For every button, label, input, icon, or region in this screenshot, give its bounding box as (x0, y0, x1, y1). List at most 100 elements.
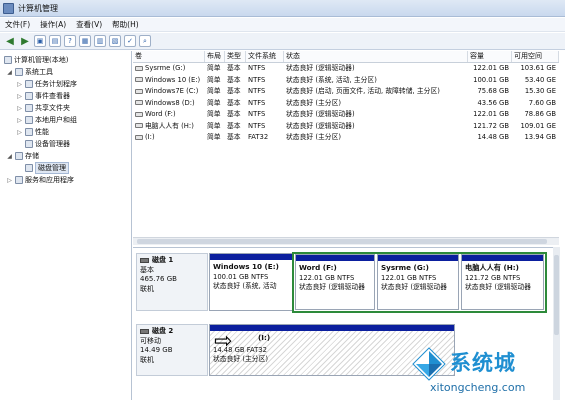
properties-icon[interactable]: ▦ (79, 35, 91, 47)
cell-layout: 简单 (207, 110, 221, 118)
expand-arrow-icon[interactable]: ▷ (16, 105, 23, 112)
pointer-arrow-icon: ⇨ (214, 329, 233, 354)
disk2-label[interactable]: 磁盘 2 可移动 14.49 GB 联机 (136, 324, 208, 376)
export-list-icon[interactable]: ▥ (94, 35, 106, 47)
partition-status: 状态良好 (逻辑驱动器 (465, 283, 531, 291)
up-folder-icon[interactable]: ▣ (34, 35, 46, 47)
volume-icon (135, 77, 143, 82)
tree-item-disk-management[interactable]: 磁盘管理 (0, 162, 131, 174)
expand-arrow-icon[interactable]: ▷ (6, 177, 13, 184)
partition-size: 122.01 GB NTFS (299, 273, 355, 282)
table-row[interactable]: Sysrme (G:) 简单 基本 NTFS 状态良好 (逻辑驱动器) 122.01 GB… (133, 63, 559, 75)
collapse-arrow-icon[interactable]: ◢ (6, 69, 13, 76)
column-capacity[interactable]: 容量 (468, 51, 512, 62)
cell-volume: Windows 10 (E:) (133, 75, 205, 87)
cell-free-space: 53.40 GE (524, 75, 556, 84)
menu-view[interactable]: 查看(V) (71, 19, 107, 30)
column-type[interactable]: 类型 (225, 51, 246, 62)
cell-volume: Sysrme (G:) (133, 63, 205, 75)
back-arrow-icon[interactable]: ◀ (4, 35, 16, 47)
show-hide-tree-icon[interactable]: ▤ (49, 35, 61, 47)
cell-capacity: 43.56 GB (477, 98, 509, 107)
tree-item-device-manager[interactable]: 设备管理器 (0, 138, 131, 150)
watermark-en: xitongcheng.com (430, 381, 526, 394)
menu-action[interactable]: 操作(A) (35, 19, 71, 30)
column-filesystem[interactable]: 文件系统 (246, 51, 284, 62)
cell-volume: Word (F:) (133, 109, 205, 121)
table-row[interactable]: 电脑人人有 (H:) 简单 基本 NTFS 状态良好 (逻辑驱动器) 121.72 GB 1… (133, 121, 559, 133)
expand-arrow-icon[interactable]: ▷ (16, 81, 23, 88)
table-row[interactable]: Windows7E (C:) 简单 基本 NTFS 状态良好 (启动, 页面文件, 活动… (133, 86, 559, 98)
navigation-tree: 计算机管理(本地) ◢ 系统工具 ▷ 任务计划程序 ▷ 事件查看器 ▷ 共享文件夹 ▷ 本… (0, 51, 132, 400)
partition-status: 状态良好 (逻辑驱动器 (299, 283, 365, 291)
scrollbar-thumb[interactable] (554, 255, 559, 335)
table-row[interactable]: Word (F:) 简单 基本 NTFS 状态良好 (逻辑驱动器) 122.01 GB 78… (133, 109, 559, 121)
cell-free-space: 78.86 GB (524, 110, 556, 118)
open-folder-icon[interactable]: ▧ (109, 35, 121, 47)
menu-file[interactable]: 文件(F) (0, 19, 35, 30)
disk1-status: 联机 (140, 284, 154, 293)
cell-filesystem: FAT32 (248, 133, 269, 141)
horizontal-scrollbar[interactable] (133, 237, 559, 245)
zoom-icon[interactable]: ⌕ (139, 35, 151, 47)
tree-item-local-users-groups[interactable]: ▷ 本地用户和组 (0, 114, 131, 126)
partition-h[interactable]: 电脑人人有 (H:) 121.72 GB NTFS 状态良好 (逻辑驱动器 (461, 254, 544, 310)
forward-arrow-icon[interactable]: ▶ (19, 35, 31, 47)
cell-type: 基本 (227, 121, 241, 130)
cell-capacity: 100.01 GB (473, 75, 509, 84)
partition-name: Word (F:) (299, 263, 337, 272)
cell-filesystem: NTFS (248, 64, 266, 72)
disk2-name: 磁盘 2 (152, 327, 174, 335)
volume-icon (135, 100, 143, 105)
disk1-name: 磁盘 1 (152, 256, 174, 264)
toolbar: ◀ ▶ ▣ ▤ ? ▦ ▥ ▧ ✓ ⌕ (0, 33, 565, 50)
cell-free-space: 109.01 GE (520, 121, 556, 130)
scrollbar-thumb[interactable] (137, 239, 547, 244)
column-volume[interactable]: 卷 (133, 51, 205, 62)
partition-e[interactable]: Windows 10 (E:) 100.01 GB NTFS 状态良好 (系统, 活… (209, 253, 293, 311)
partition-g[interactable]: Sysrme (G:) 122.01 GB NTFS 状态良好 (逻辑驱动器 (377, 254, 459, 310)
volume-icon (135, 88, 143, 94)
tree-item-shared-folders[interactable]: ▷ 共享文件夹 (0, 102, 131, 114)
partition-name: Sysrme (G:) (381, 263, 429, 272)
cell-free-space: 103.61 GE (520, 64, 556, 72)
partition-size: 100.01 GB NTFS (213, 272, 269, 281)
partition-name: 电脑人人有 (H:) (465, 263, 519, 272)
tree-item-storage[interactable]: ◢ 存储 (0, 150, 131, 162)
expand-arrow-icon[interactable]: ▷ (16, 129, 23, 136)
tree-item-computer-management[interactable]: 计算机管理(本地) (0, 54, 131, 66)
table-row[interactable]: Windows8 (D:) 简单 基本 NTFS 状态良好 (主分区) 43.56 GB 7… (133, 98, 559, 110)
table-row[interactable]: (I:) 简单 基本 FAT32 状态良好 (主分区) 14.48 GB 13.94 GB (133, 132, 559, 144)
tree-item-task-scheduler[interactable]: ▷ 任务计划程序 (0, 78, 131, 90)
watermark: 系统城 xitongcheng.com (410, 345, 565, 400)
column-status[interactable]: 状态 (284, 51, 468, 62)
cell-filesystem: NTFS (248, 98, 266, 107)
volume-rows: Sysrme (G:) 简单 基本 NTFS 状态良好 (逻辑驱动器) 122.01 GB… (133, 63, 559, 144)
partition-f[interactable]: Word (F:) 122.01 GB NTFS 状态良好 (逻辑驱动器 (295, 254, 375, 310)
cell-volume: Windows8 (D:) (133, 98, 205, 110)
clock-icon (25, 80, 33, 88)
menu-help[interactable]: 帮助(H) (107, 19, 144, 30)
help-icon[interactable]: ? (64, 35, 76, 47)
expand-arrow-icon[interactable]: ▷ (16, 117, 23, 124)
watermark-cn: 系统城 (450, 351, 516, 375)
title-bar: 计算机管理 (0, 0, 565, 17)
tree-item-event-viewer[interactable]: ▷ 事件查看器 (0, 90, 131, 102)
disk2-size: 14.49 GB (140, 346, 173, 354)
tree-item-performance[interactable]: ▷ 性能 (0, 126, 131, 138)
cell-type: 基本 (227, 87, 241, 95)
cell-volume: 电脑人人有 (H:) (133, 121, 205, 133)
column-free-space[interactable]: 可用空间 (512, 51, 559, 62)
tree-item-services-applications[interactable]: ▷ 服务和应用程序 (0, 174, 131, 186)
tree-item-system-tools[interactable]: ◢ 系统工具 (0, 66, 131, 78)
partition-name: (I:) (258, 333, 271, 342)
check-disk-icon[interactable]: ✓ (124, 35, 136, 47)
menu-bar: 文件(F) 操作(A) 查看(V) 帮助(H) (0, 18, 565, 32)
table-row[interactable]: Windows 10 (E:) 简单 基本 NTFS 状态良好 (系统, 活动, 主分区… (133, 75, 559, 87)
disk1-label[interactable]: 磁盘 1 基本 465.76 GB 联机 (136, 253, 208, 311)
column-layout[interactable]: 布局 (205, 51, 225, 62)
expand-arrow-icon[interactable]: ▷ (16, 93, 23, 100)
cell-layout: 简单 (207, 64, 221, 72)
cell-type: 基本 (227, 64, 241, 72)
collapse-arrow-icon[interactable]: ◢ (6, 153, 13, 160)
